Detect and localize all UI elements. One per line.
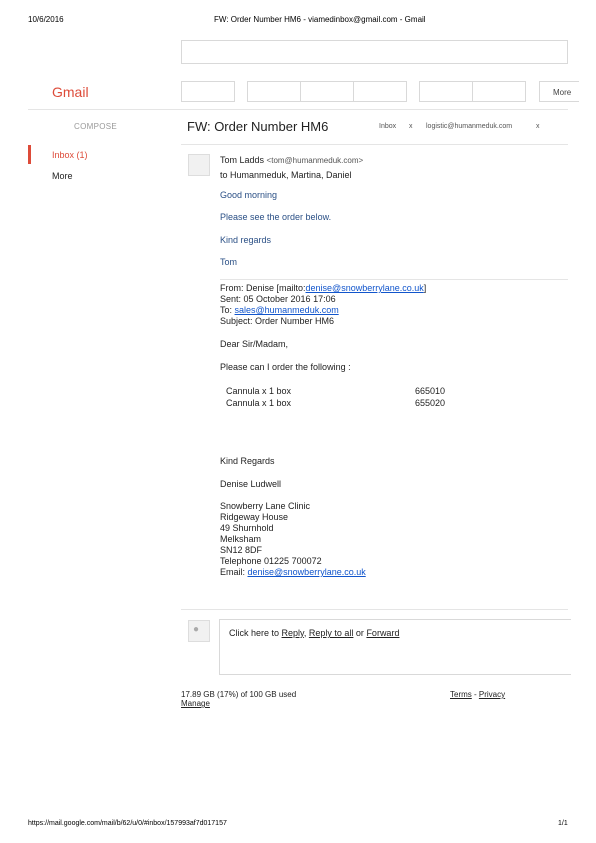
forward-link[interactable]: Forward bbox=[366, 628, 399, 638]
forwarded-to: To: sales@humanmeduk.com bbox=[220, 305, 339, 315]
forward-divider bbox=[220, 279, 568, 280]
label-logistic[interactable]: logistic@humanmeduk.com bbox=[426, 123, 512, 130]
forwarded-subject: Subject: Order Number HM6 bbox=[220, 316, 335, 326]
message-recipients[interactable]: to Humanmeduk, Martina, Daniel bbox=[220, 170, 352, 180]
sidebar-item-inbox[interactable]: Inbox (1) bbox=[52, 150, 88, 160]
thread-subject: FW: Order Number HM6 bbox=[187, 119, 329, 134]
archive-button[interactable] bbox=[247, 81, 301, 102]
sender-avatar bbox=[188, 154, 210, 176]
address-line: Melksham bbox=[220, 534, 262, 544]
address-email: Email: denise@snowberrylane.co.uk bbox=[220, 567, 366, 577]
gmail-logo: Gmail bbox=[52, 84, 89, 100]
sender-email: <tom@humanmeduk.com> bbox=[266, 156, 364, 165]
reply-link[interactable]: Reply bbox=[282, 628, 304, 638]
person-icon: ● bbox=[193, 624, 200, 635]
compose-button[interactable]: COMPOSE bbox=[74, 122, 117, 131]
spam-button[interactable] bbox=[300, 81, 354, 102]
print-title: FW: Order Number HM6 - viamedinbox@gmail… bbox=[214, 15, 426, 24]
order-item-code: 665010 bbox=[415, 386, 446, 396]
message-top-divider bbox=[181, 144, 568, 145]
print-date: 10/6/2016 bbox=[28, 15, 64, 24]
forwarded-sent: Sent: 05 October 2016 17:06 bbox=[220, 294, 336, 304]
more-button[interactable]: More bbox=[539, 81, 579, 102]
label-logistic-close-icon[interactable]: x bbox=[536, 123, 540, 130]
message-signoff: Kind regards bbox=[220, 235, 272, 245]
reply-prompt: Click here to Reply, Reply to all or For… bbox=[229, 628, 400, 638]
address-line: Ridgeway House bbox=[220, 512, 289, 522]
delete-button[interactable] bbox=[353, 81, 407, 102]
forwarded-request: Please can I order the following : bbox=[220, 362, 351, 372]
storage-usage: 17.89 GB (17%) of 100 GB used bbox=[181, 690, 297, 699]
print-page-number: 1/1 bbox=[558, 820, 568, 827]
to-email-link[interactable]: sales@humanmeduk.com bbox=[235, 305, 339, 315]
address-line: 49 Shurnhold bbox=[220, 523, 274, 533]
forwarded-closing: Kind Regards bbox=[220, 456, 275, 466]
address-line: Telephone 01225 700072 bbox=[220, 556, 322, 566]
address-line: SN12 8DF bbox=[220, 545, 263, 555]
print-url: https://mail.google.com/mail/b/62/u/0/#i… bbox=[28, 820, 227, 827]
order-item-name: Cannula x 1 box bbox=[226, 398, 292, 408]
message-line: Please see the order below. bbox=[220, 212, 332, 222]
inbox-indicator bbox=[28, 145, 31, 164]
address-line: Snowberry Lane Clinic bbox=[220, 501, 311, 511]
terms-link[interactable]: Terms bbox=[450, 690, 472, 699]
reply-all-link[interactable]: Reply to all bbox=[309, 628, 354, 638]
forwarded-from: From: Denise [mailto:denise@snowberrylan… bbox=[220, 283, 427, 293]
select-button[interactable] bbox=[181, 81, 235, 102]
message-sender: Tom Ladds <tom@humanmeduk.com> bbox=[220, 155, 363, 165]
header-divider bbox=[28, 109, 568, 110]
reply-divider bbox=[181, 609, 568, 610]
forwarded-name: Denise Ludwell bbox=[220, 479, 282, 489]
privacy-link[interactable]: Privacy bbox=[479, 690, 505, 699]
label-inbox-close-icon[interactable]: x bbox=[409, 123, 413, 130]
from-email-link[interactable]: denise@snowberrylane.co.uk bbox=[306, 283, 424, 293]
move-to-button[interactable] bbox=[419, 81, 473, 102]
clinic-email-link[interactable]: denise@snowberrylane.co.uk bbox=[248, 567, 366, 577]
order-item-name: Cannula x 1 box bbox=[226, 386, 292, 396]
label-inbox[interactable]: Inbox bbox=[379, 123, 396, 130]
footer-links: Terms - Privacy bbox=[450, 690, 506, 699]
labels-button[interactable] bbox=[472, 81, 526, 102]
manage-link[interactable]: Manage bbox=[181, 699, 210, 708]
message-signature: Tom bbox=[220, 257, 238, 267]
forwarded-header: From: Denise [mailto:denise@snowberrylan… bbox=[220, 283, 570, 327]
address-block: Snowberry Lane Clinic Ridgeway House 49 … bbox=[220, 501, 366, 578]
sender-name: Tom Ladds bbox=[220, 155, 265, 165]
search-input[interactable] bbox=[181, 40, 568, 64]
message-greeting: Good morning bbox=[220, 190, 278, 200]
sidebar-item-more[interactable]: More bbox=[52, 171, 73, 181]
order-item-code: 655020 bbox=[415, 398, 446, 408]
forwarded-salutation: Dear Sir/Madam, bbox=[220, 339, 289, 349]
